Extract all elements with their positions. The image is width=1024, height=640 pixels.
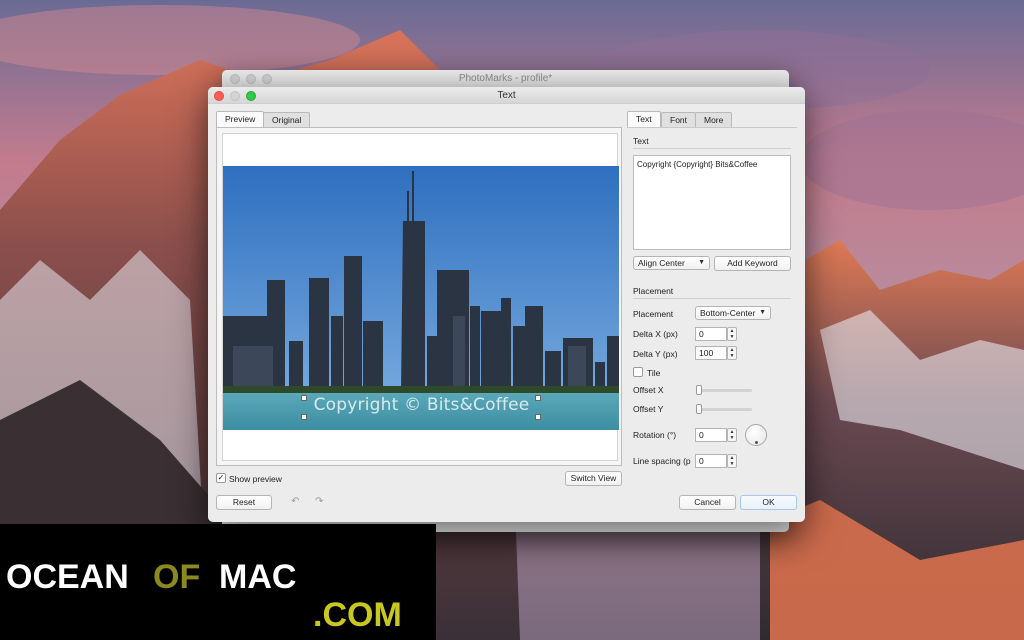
maximize-icon[interactable]	[262, 74, 272, 84]
show-preview-label: Show preview	[229, 474, 282, 484]
watermark-text-input[interactable]: Copyright {Copyright} Bits&Coffee	[633, 155, 791, 250]
delta-x-label: Delta X (px)	[633, 329, 678, 339]
watermark-text-overlay[interactable]: Copyright © Bits&Coffee	[303, 395, 540, 415]
delta-y-input[interactable]: 100	[695, 346, 727, 360]
watermark-word-com: .COM	[313, 596, 402, 634]
rotation-dial-indicator	[755, 441, 758, 444]
placement-label: Placement	[633, 309, 674, 319]
dropdown-arrow-icon: ▼	[698, 259, 705, 266]
switch-view-button[interactable]: Switch View	[565, 471, 622, 486]
placement-select[interactable]: Bottom-Center ▼	[695, 306, 771, 320]
delta-x-input[interactable]: 0	[695, 327, 727, 341]
tab-divider	[627, 127, 797, 128]
offset-y-label: Offset Y	[633, 404, 664, 414]
background-window-titlebar: PhotoMarks - profile*	[222, 70, 789, 88]
resize-handle-bottom-left[interactable]	[301, 414, 307, 420]
offset-x-slider-track[interactable]	[697, 389, 752, 392]
dialog-titlebar: Text	[208, 87, 805, 104]
skyline-image	[223, 166, 619, 430]
close-icon[interactable]	[230, 74, 240, 84]
tab-original[interactable]: Original	[263, 112, 311, 127]
placement-select-value: Bottom-Center	[700, 308, 756, 318]
ok-button[interactable]: OK	[740, 495, 797, 510]
text-section-rule	[633, 148, 791, 149]
delta-x-stepper[interactable]: ▲ ▼	[727, 327, 737, 341]
reset-button[interactable]: Reset	[216, 495, 272, 510]
text-dialog: Text Preview Original Copyright © Bits&C…	[208, 87, 805, 522]
window-controls	[214, 91, 256, 101]
offset-y-slider-track[interactable]	[697, 408, 752, 411]
tile-label: Tile	[647, 368, 661, 378]
background-window-title: PhotoMarks - profile*	[458, 73, 553, 84]
resize-handle-bottom-right[interactable]	[535, 414, 541, 420]
tab-text[interactable]: Text	[627, 111, 661, 127]
dialog-title: Text	[497, 90, 516, 101]
dropdown-arrow-icon: ▼	[759, 309, 766, 316]
preview-photo: Copyright © Bits&Coffee	[223, 166, 619, 430]
cancel-button[interactable]: Cancel	[679, 495, 736, 510]
line-spacing-stepper[interactable]: ▲ ▼	[727, 454, 737, 468]
placement-section-title: Placement	[633, 286, 674, 296]
show-preview-checkbox[interactable]: ✓	[216, 473, 226, 483]
watermark-word-of: OF	[153, 558, 201, 596]
offset-x-label: Offset X	[633, 385, 664, 395]
placement-section-rule	[633, 298, 791, 299]
maximize-icon[interactable]	[246, 91, 256, 101]
add-keyword-button[interactable]: Add Keyword	[714, 256, 791, 271]
minimize-icon[interactable]	[246, 74, 256, 84]
align-select-value: Align Center	[638, 258, 685, 268]
align-select[interactable]: Align Center ▼	[633, 256, 710, 270]
delta-y-stepper[interactable]: ▲ ▼	[727, 346, 737, 360]
text-section-title: Text	[633, 136, 649, 146]
line-spacing-label: Line spacing (p	[633, 456, 691, 466]
tile-checkbox[interactable]	[633, 367, 643, 377]
close-icon[interactable]	[214, 91, 224, 101]
rotation-input[interactable]: 0	[695, 428, 727, 442]
resize-handle-top-left[interactable]	[301, 395, 307, 401]
background-window-controls	[230, 74, 272, 84]
rotation-label: Rotation (°)	[633, 430, 677, 440]
watermark-word-mac: MAC	[219, 558, 297, 596]
line-spacing-input[interactable]: 0	[695, 454, 727, 468]
tab-font[interactable]: Font	[661, 112, 697, 127]
preview-panel: Copyright © Bits&Coffee	[216, 127, 622, 466]
undo-arrow-icon[interactable]: ↶	[291, 496, 299, 507]
rotation-dial[interactable]	[745, 424, 767, 446]
watermark-word-ocean: OCEAN	[6, 558, 129, 596]
tab-preview[interactable]: Preview	[216, 111, 265, 127]
redo-arrow-icon[interactable]: ↷	[315, 496, 323, 507]
tab-more[interactable]: More	[695, 112, 733, 127]
minimize-icon[interactable]	[230, 91, 240, 101]
rotation-stepper[interactable]: ▲ ▼	[727, 428, 737, 442]
delta-y-label: Delta Y (px)	[633, 349, 678, 359]
preview-canvas: Copyright © Bits&Coffee	[222, 133, 619, 461]
offset-x-slider-knob[interactable]	[696, 385, 702, 395]
checkmark-icon: ✓	[217, 473, 225, 482]
resize-handle-top-right[interactable]	[535, 395, 541, 401]
offset-y-slider-knob[interactable]	[696, 404, 702, 414]
